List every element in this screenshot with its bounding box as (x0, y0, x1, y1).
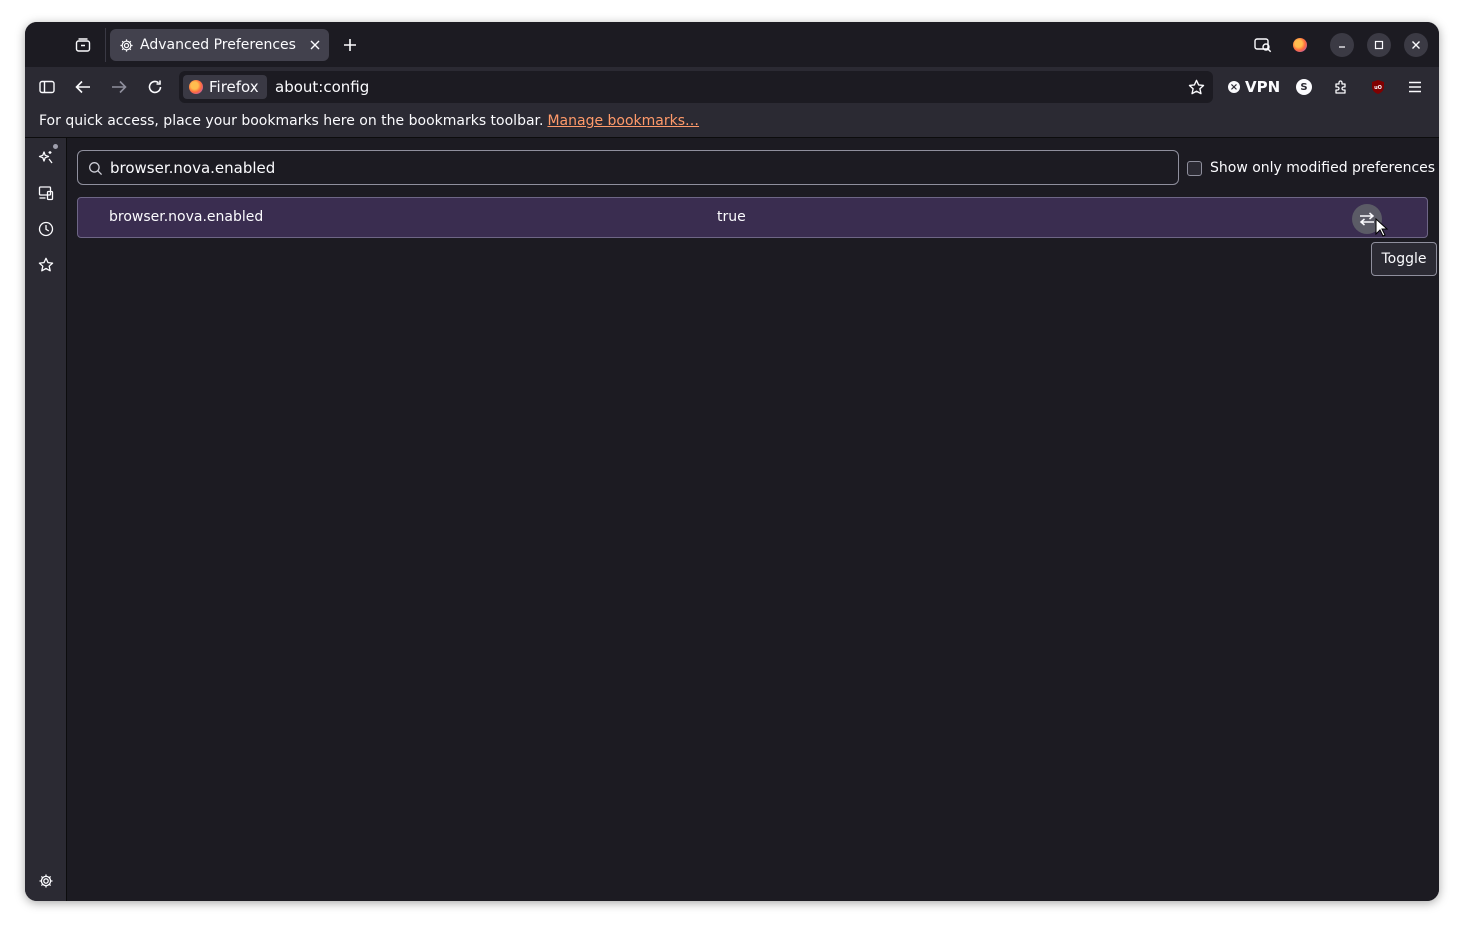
ublock-shield-icon: uO (1372, 80, 1384, 94)
arrow-left-icon (75, 80, 90, 94)
puzzle-icon (1335, 80, 1346, 94)
url-text[interactable]: about:config (275, 71, 369, 103)
minimize-icon (1339, 46, 1345, 48)
identity-label: Firefox (209, 78, 259, 96)
show-modified-toggle[interactable]: Show only modified preferences (1187, 158, 1435, 178)
bookmarks-empty-message: For quick access, place your bookmarks h… (39, 113, 544, 129)
tab-strip-separator (105, 28, 106, 62)
tab-search-button[interactable] (1252, 34, 1274, 56)
preference-value: true (717, 209, 746, 225)
navigation-toolbar: Firefox about:config × VPN S uO (25, 67, 1439, 107)
back-button[interactable] (72, 76, 94, 98)
sidebar-ai-chatbot-button[interactable] (35, 146, 57, 168)
svg-text:uO: uO (1374, 85, 1382, 91)
identity-box[interactable]: Firefox (183, 75, 267, 99)
sidebar-history-button[interactable] (35, 218, 57, 240)
hamburger-menu-icon (1409, 81, 1421, 93)
sidebar-customize-button[interactable] (35, 870, 57, 892)
vpn-button[interactable]: × VPN (1228, 76, 1280, 98)
preference-row[interactable]: browser.nova.enabled true (77, 197, 1428, 238)
app-menu-button[interactable] (1404, 76, 1426, 98)
extension-s-button[interactable]: S (1293, 76, 1315, 98)
mouse-cursor-icon (1375, 218, 1389, 237)
bookmark-star-button[interactable] (1185, 76, 1207, 98)
clock-icon (38, 221, 54, 237)
reload-button[interactable] (144, 76, 166, 98)
tab-title: Advanced Preferences (140, 37, 296, 53)
gear-icon (118, 37, 134, 53)
vpn-off-icon: × (1228, 81, 1240, 93)
search-icon (87, 160, 103, 176)
sidebar-toggle-button[interactable] (36, 76, 58, 98)
s-extension-icon: S (1296, 79, 1312, 95)
search-input[interactable] (110, 151, 1170, 184)
extensions-button[interactable] (1330, 76, 1352, 98)
tab-list-icon (75, 38, 91, 52)
firefox-logo-icon (189, 80, 203, 94)
browser-window: Advanced Preferences Firefox about:confi… (25, 22, 1439, 901)
close-icon (310, 40, 320, 50)
firefox-logo-icon (1293, 38, 1307, 52)
star-icon (1188, 79, 1204, 94)
tab-strip: Advanced Preferences (25, 22, 1439, 67)
show-modified-checkbox[interactable] (1187, 160, 1202, 176)
sidebar-bookmarks-button[interactable] (35, 254, 57, 276)
firefox-account-button[interactable] (1289, 34, 1311, 56)
close-window-button[interactable] (1404, 33, 1428, 57)
arrow-right-icon (112, 80, 127, 94)
sparkle-icon (38, 151, 53, 164)
manage-bookmarks-link[interactable]: Manage bookmarks… (547, 113, 699, 129)
url-bar[interactable]: Firefox about:config (179, 71, 1213, 103)
tab-advanced-preferences[interactable]: Advanced Preferences (110, 29, 329, 61)
gear-icon (39, 874, 53, 888)
maximize-icon (1374, 40, 1384, 50)
close-icon (1412, 41, 1420, 49)
sidebar (25, 138, 67, 901)
preference-search-box[interactable] (77, 150, 1179, 185)
about-config-page: Show only modified preferences browser.n… (67, 138, 1439, 901)
list-all-tabs-button[interactable] (72, 34, 94, 56)
toggle-arrows-icon (1359, 212, 1375, 226)
ublock-origin-button[interactable]: uO (1367, 76, 1389, 98)
preference-name: browser.nova.enabled (109, 209, 264, 225)
new-tab-button[interactable] (339, 34, 361, 56)
search-tabs-icon (1254, 38, 1272, 53)
reload-icon (148, 80, 162, 94)
bookmarks-toolbar: For quick access, place your bookmarks h… (25, 107, 1439, 138)
star-icon (38, 257, 54, 272)
maximize-button[interactable] (1367, 33, 1391, 57)
tab-close-button[interactable] (303, 33, 327, 57)
toggle-tooltip: Toggle (1371, 242, 1437, 276)
vpn-label: VPN (1245, 78, 1281, 96)
forward-button[interactable] (108, 76, 130, 98)
show-modified-label: Show only modified preferences (1210, 160, 1436, 176)
notification-dot (53, 144, 58, 149)
sidebar-icon (39, 80, 55, 94)
plus-icon (344, 39, 356, 51)
minimize-button[interactable] (1330, 33, 1354, 57)
sidebar-synced-tabs-button[interactable] (35, 182, 57, 204)
devices-icon (38, 186, 54, 201)
